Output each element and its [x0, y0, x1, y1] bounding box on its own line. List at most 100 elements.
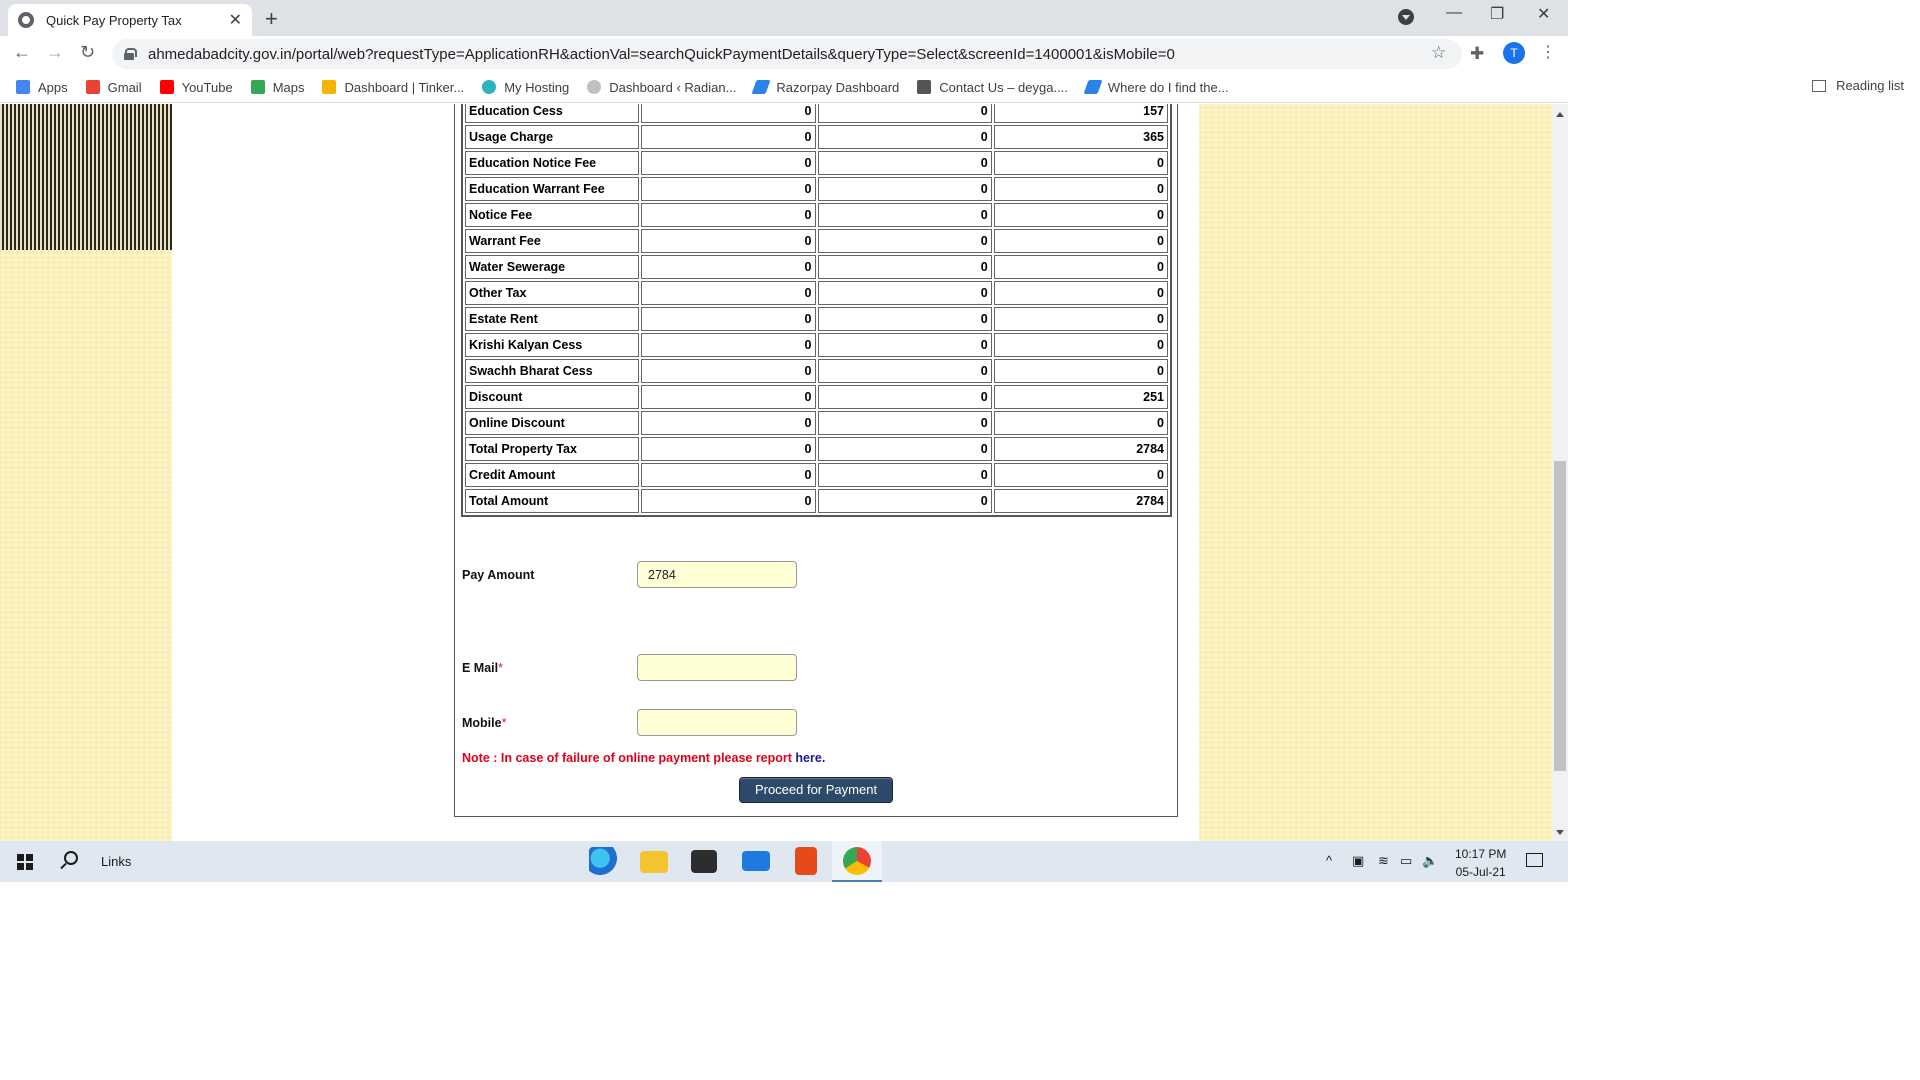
- extensions-puzzle-icon[interactable]: ✚: [1470, 44, 1484, 64]
- required-marker: *: [498, 661, 503, 675]
- mail-icon[interactable]: [742, 851, 770, 871]
- window-close-icon[interactable]: ✕: [1537, 4, 1550, 24]
- row-value-2: 0: [817, 411, 992, 435]
- file-explorer-icon[interactable]: [640, 851, 668, 873]
- bookmark-tinker[interactable]: Dashboard | Tinker...: [322, 80, 464, 95]
- microsoft-store-icon[interactable]: [691, 850, 717, 873]
- row-value-2: 0: [817, 104, 992, 123]
- row-label: Education Cess: [465, 104, 640, 123]
- table-row: Krishi Kalyan Cess 0 0 0: [465, 333, 1168, 357]
- browser-toolbar: ← → ↻ ahmedabadcity.gov.in/portal/web?re…: [0, 36, 1568, 72]
- row-value-1: 0: [641, 151, 816, 175]
- row-value-3: 0: [993, 177, 1168, 201]
- reading-list-button[interactable]: Reading list: [1812, 78, 1904, 93]
- row-value-2: 0: [817, 437, 992, 461]
- bookmark-razorpay[interactable]: Razorpay Dashboard: [751, 80, 899, 95]
- browser-menu-icon[interactable]: ⋮: [1540, 42, 1556, 62]
- profile-avatar[interactable]: T: [1503, 42, 1525, 64]
- report-here-link[interactable]: here: [795, 751, 821, 765]
- windows-start-icon[interactable]: [17, 854, 33, 870]
- links-toolbar-label[interactable]: Links: [101, 854, 131, 869]
- row-value-3: 0: [993, 359, 1168, 383]
- reading-list-icon: [1812, 79, 1827, 92]
- row-value-3: 365: [993, 125, 1168, 149]
- lock-icon[interactable]: [124, 48, 137, 60]
- row-value-2: 0: [817, 385, 992, 409]
- table-row: Online Discount 0 0 0: [465, 411, 1168, 435]
- scrollbar-thumb[interactable]: [1554, 461, 1566, 771]
- pay-amount-input[interactable]: 2784: [637, 561, 797, 588]
- row-value-3: 0: [993, 281, 1168, 305]
- bookmarks-bar: Apps Gmail YouTube Maps Dashboard | Tink…: [0, 72, 1568, 103]
- row-value-2: 0: [817, 307, 992, 331]
- row-value-3: 0: [993, 255, 1168, 279]
- battery-icon[interactable]: ▭: [1400, 853, 1412, 869]
- meet-now-icon[interactable]: ▣: [1352, 853, 1364, 869]
- row-value-2: 0: [817, 489, 992, 513]
- system-clock[interactable]: 10:17 PM 05-Jul-21: [1455, 845, 1506, 881]
- back-icon[interactable]: ←: [13, 42, 31, 63]
- row-value-3: 157: [993, 104, 1168, 123]
- table-row: Total Property Tax 0 0 2784: [465, 437, 1168, 461]
- radian-icon: [587, 80, 602, 94]
- row-value-3: 251: [993, 385, 1168, 409]
- razorpay-icon: [751, 80, 771, 94]
- close-tab-icon[interactable]: ✕: [229, 10, 242, 30]
- chrome-icon[interactable]: [843, 847, 871, 875]
- bookmark-my-hosting[interactable]: My Hosting: [482, 80, 569, 95]
- row-value-3: 0: [993, 229, 1168, 253]
- row-value-1: 0: [641, 229, 816, 253]
- razorpay-icon: [1083, 80, 1103, 94]
- bookmark-apps[interactable]: Apps: [16, 80, 68, 95]
- tab-search-icon[interactable]: [1398, 9, 1414, 25]
- row-value-1: 0: [641, 177, 816, 201]
- bookmark-radian[interactable]: Dashboard ‹ Radian...: [587, 80, 736, 95]
- restore-icon[interactable]: ❐: [1490, 4, 1504, 24]
- bookmark-where-do-i-find[interactable]: Where do I find the...: [1083, 80, 1229, 95]
- row-value-2: 0: [817, 281, 992, 305]
- browser-tab-strip: Quick Pay Property Tax ✕ + — ❐ ✕: [0, 0, 1568, 36]
- row-value-2: 0: [817, 463, 992, 487]
- browser-tab[interactable]: Quick Pay Property Tax ✕: [8, 4, 252, 36]
- row-value-1: 0: [641, 255, 816, 279]
- proceed-for-payment-button[interactable]: Proceed for Payment: [739, 777, 893, 803]
- row-value-1: 0: [641, 489, 816, 513]
- new-tab-icon[interactable]: +: [265, 6, 278, 32]
- row-value-3: 0: [993, 411, 1168, 435]
- email-input[interactable]: [637, 654, 797, 681]
- volume-icon[interactable]: 🔈: [1422, 853, 1438, 869]
- row-label: Credit Amount: [465, 463, 640, 487]
- bookmark-gmail[interactable]: Gmail: [85, 80, 142, 95]
- minimize-icon[interactable]: —: [1446, 4, 1462, 22]
- table-row: Notice Fee 0 0 0: [465, 203, 1168, 227]
- page-scrollbar[interactable]: [1552, 104, 1568, 841]
- pay-amount-label: Pay Amount: [462, 568, 535, 582]
- table-row: Swachh Bharat Cess 0 0 0: [465, 359, 1168, 383]
- row-value-2: 0: [817, 359, 992, 383]
- scroll-up-arrow-icon[interactable]: [1556, 112, 1564, 117]
- bookmark-youtube[interactable]: YouTube: [159, 80, 233, 95]
- address-bar[interactable]: ahmedabadcity.gov.in/portal/web?requestT…: [112, 39, 1462, 69]
- scroll-down-arrow-icon[interactable]: [1556, 830, 1564, 835]
- header-photo: [0, 104, 172, 250]
- reload-icon[interactable]: ↻: [80, 42, 95, 63]
- row-value-3: 0: [993, 203, 1168, 227]
- row-value-3: 0: [993, 151, 1168, 175]
- taskbar-search-icon[interactable]: [64, 851, 78, 865]
- row-value-2: 0: [817, 151, 992, 175]
- show-hidden-icons-chevron-icon[interactable]: ^: [1326, 853, 1332, 868]
- mobile-input[interactable]: [637, 709, 797, 736]
- bookmark-star-icon[interactable]: ☆: [1431, 43, 1446, 63]
- bookmark-maps[interactable]: Maps: [250, 80, 304, 95]
- edge-browser-icon[interactable]: [589, 847, 617, 875]
- row-value-1: 0: [641, 125, 816, 149]
- wifi-icon[interactable]: ≋: [1378, 853, 1389, 869]
- apps-grid-icon: [16, 80, 30, 94]
- notifications-icon[interactable]: [1526, 853, 1543, 867]
- office-icon[interactable]: [795, 847, 817, 875]
- forward-icon[interactable]: →: [46, 42, 64, 63]
- required-marker: *: [501, 716, 507, 730]
- tax-details-table: Education Cess 0 0 157 Usage Charge 0 0 365 Educ…: [461, 104, 1172, 517]
- payment-failure-note: Note : In case of failure of online paym…: [462, 751, 826, 765]
- bookmark-deyga[interactable]: Contact Us – deyga....: [917, 80, 1068, 95]
